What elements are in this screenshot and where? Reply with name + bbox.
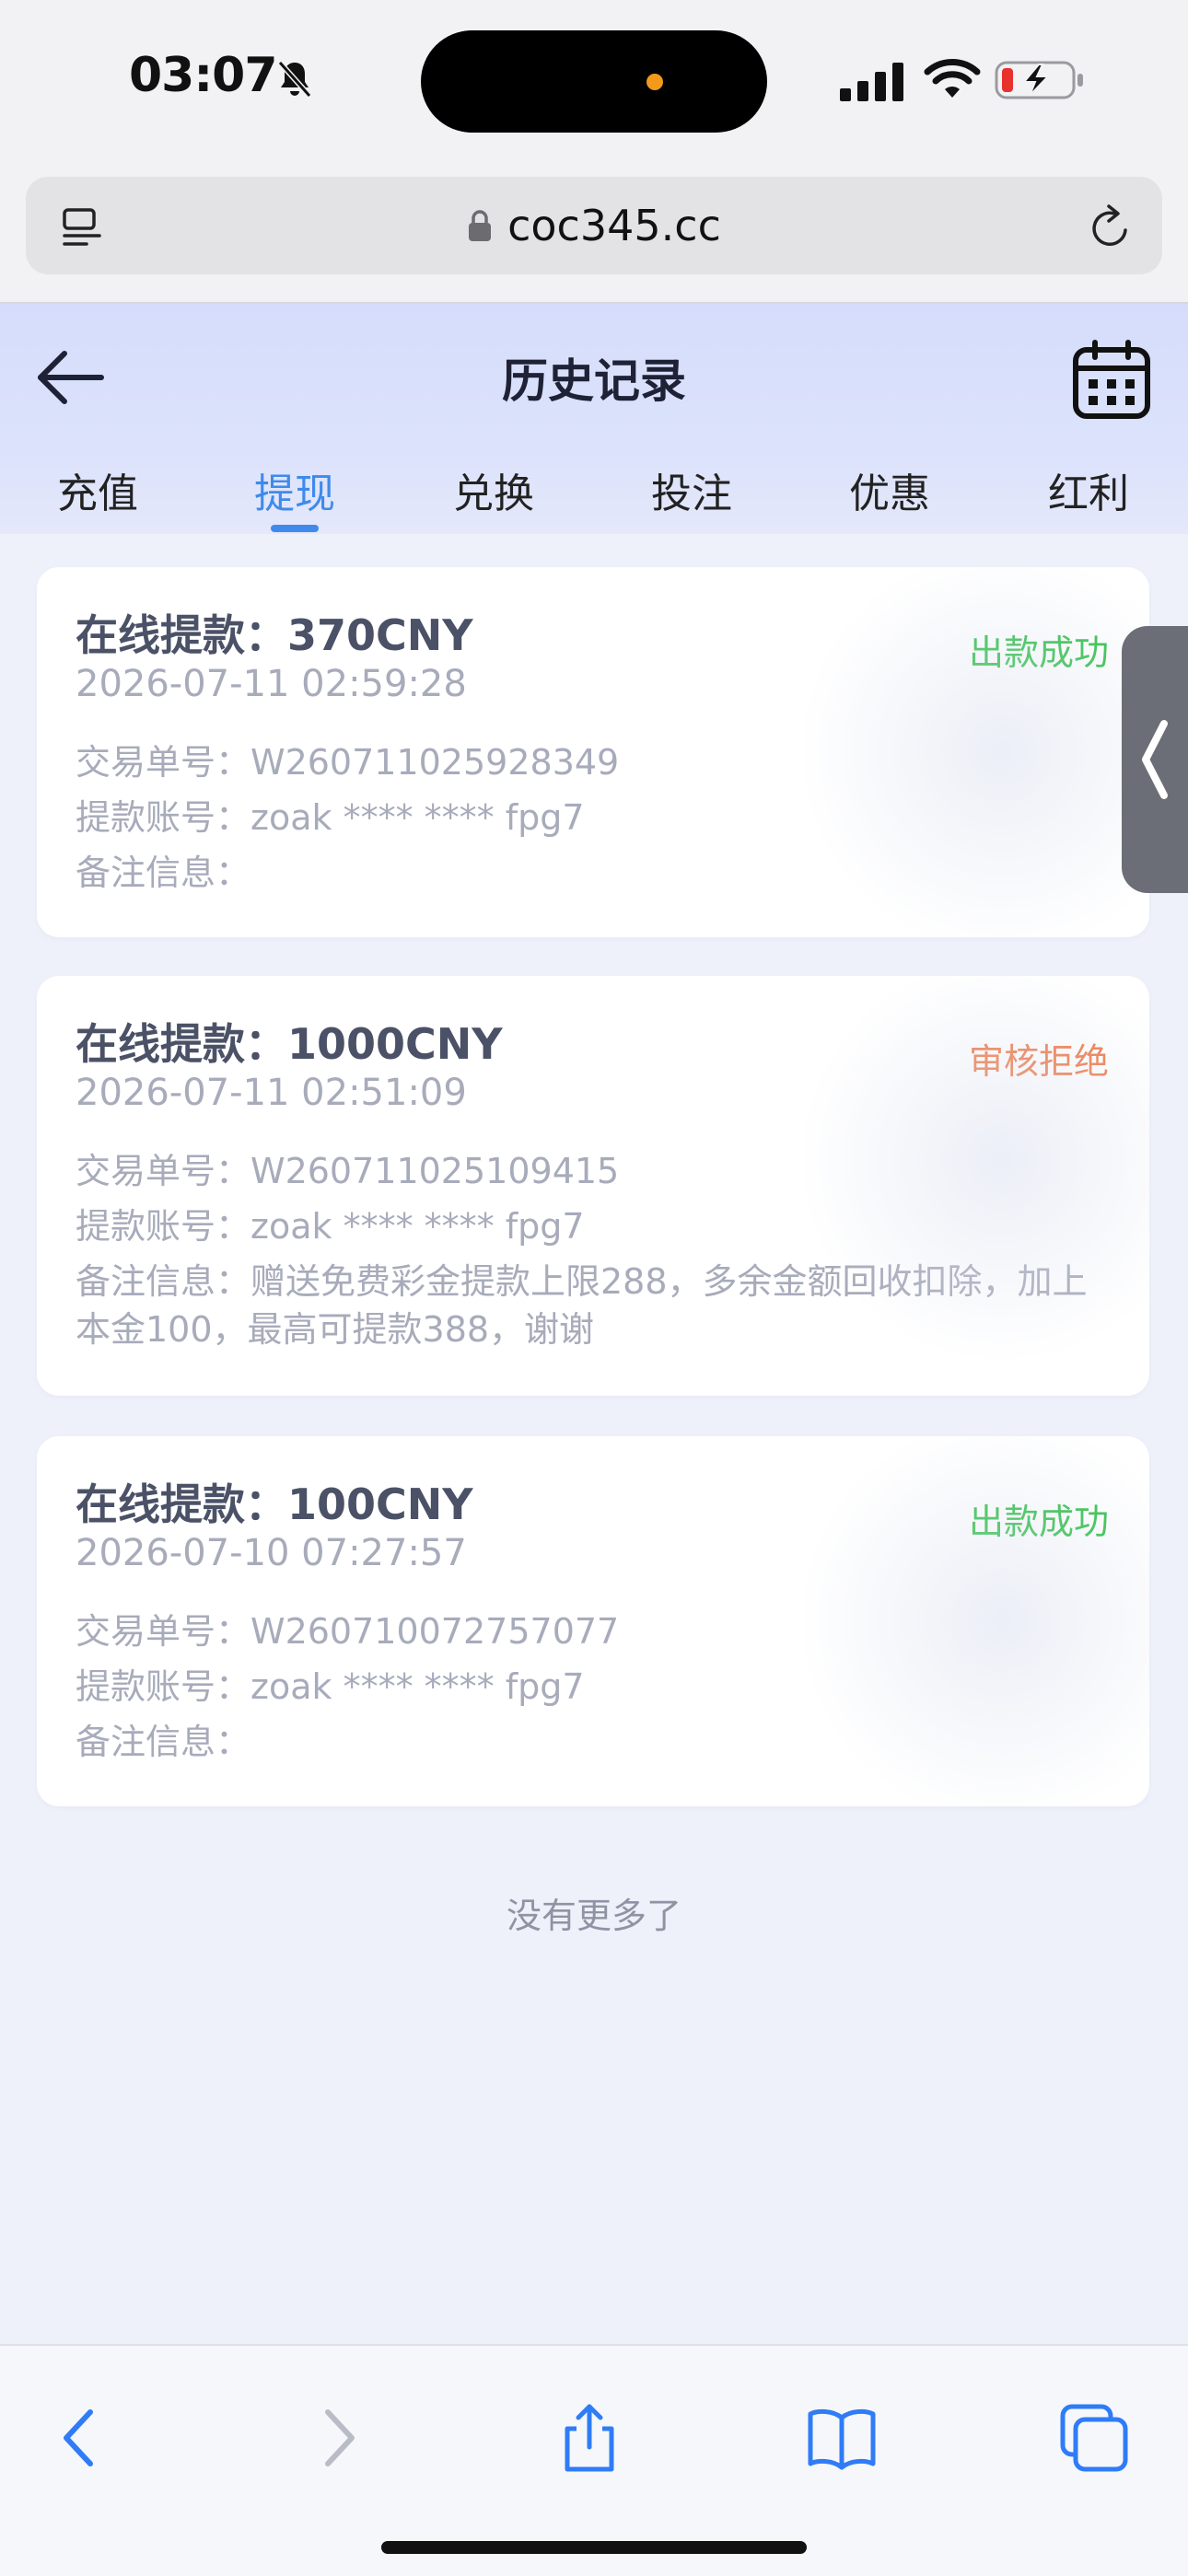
record-order-number: 交易单号：W260711025928349 (76, 742, 620, 783)
record-title: 在线提款：100CNY (76, 1479, 473, 1529)
record-account: 提款账号：zoak **** **** fpg7 (76, 797, 585, 838)
record-order-number: 交易单号：W260710072757077 (76, 1611, 620, 1652)
battery-charging-icon (995, 61, 1083, 99)
lock-icon (469, 210, 492, 241)
record-time: 2026-07-11 02:59:28 (76, 663, 467, 705)
tab-label: 充值 (57, 470, 138, 517)
record-card[interactable]: 在线提款：100CNY 2026-07-10 07:27:57 出款成功 交易单… (37, 1436, 1149, 1806)
record-card[interactable]: 在线提款：370CNY 2026-07-11 02:59:28 出款成功 交易单… (37, 567, 1149, 937)
wifi-icon (924, 59, 981, 98)
record-remark: 备注信息： (76, 853, 251, 893)
tab-label: 红利 (1048, 470, 1129, 517)
bookmarks-icon[interactable] (805, 2401, 879, 2475)
share-icon[interactable] (553, 2401, 626, 2475)
tab-label: 优惠 (849, 470, 930, 517)
record-account: 提款账号：zoak **** **** fpg7 (76, 1666, 585, 1707)
record-remark: 备注信息： (76, 1722, 251, 1762)
record-order-number: 交易单号：W260711025109415 (76, 1151, 620, 1191)
bell-muted-icon (277, 61, 312, 98)
status-bar: 03:07 (0, 0, 1188, 157)
dynamic-island (421, 30, 767, 133)
browser-address-area: coc345.cc (0, 157, 1188, 304)
status-badge: 出款成功 (968, 632, 1109, 673)
active-tab-indicator (271, 525, 319, 532)
record-card[interactable]: 在线提款：1000CNY 2026-07-11 02:51:09 审核拒绝 交易… (37, 976, 1149, 1396)
tab-recharge[interactable]: 充值 (6, 460, 190, 519)
chevron-left-icon (1142, 720, 1168, 799)
home-indicator (381, 2541, 807, 2554)
status-time: 03:07 (129, 48, 278, 103)
url-text: coc345.cc (507, 201, 721, 250)
tab-withdraw[interactable]: 提现 (203, 460, 387, 532)
record-time: 2026-07-11 02:51:09 (76, 1072, 467, 1114)
url-bar[interactable]: coc345.cc (26, 177, 1162, 274)
record-remark: 备注信息：赠送免费彩金提款上限288，多余金额回收扣除，加上本金100，最高可提… (76, 1261, 1088, 1350)
record-title: 在线提款：370CNY (76, 610, 473, 660)
browser-forward-icon[interactable] (302, 2401, 376, 2475)
tab-bonus[interactable]: 红利 (996, 460, 1181, 519)
calendar-icon[interactable] (1070, 339, 1153, 422)
record-time: 2026-07-10 07:27:57 (76, 1532, 467, 1574)
tab-label: 投注 (651, 470, 732, 517)
page-title: 历史记录 (502, 354, 686, 408)
status-badge: 出款成功 (968, 1502, 1109, 1542)
status-badge: 审核拒绝 (968, 1041, 1109, 1082)
app-header: 历史记录 充值 提现 兑换 投注 优惠 红利 (0, 304, 1188, 534)
url-text-container[interactable]: coc345.cc (26, 201, 1162, 250)
tab-label: 兑换 (453, 470, 534, 517)
record-account: 提款账号：zoak **** **** fpg7 (76, 1206, 585, 1247)
signal-icon (840, 63, 903, 101)
tabs-icon[interactable] (1057, 2401, 1131, 2475)
record-title: 在线提款：1000CNY (76, 1019, 503, 1069)
side-drawer-handle[interactable] (1122, 626, 1188, 893)
list-end-text: 没有更多了 (506, 1896, 681, 1936)
tab-promotions[interactable]: 优惠 (798, 460, 982, 519)
reload-icon[interactable] (1087, 203, 1135, 252)
tab-exchange[interactable]: 兑换 (402, 460, 586, 519)
record-tabs: 充值 提现 兑换 投注 优惠 红利 (0, 460, 1188, 534)
tab-bets[interactable]: 投注 (600, 460, 784, 519)
tab-label: 提现 (254, 470, 335, 517)
browser-back-icon[interactable] (42, 2401, 116, 2475)
